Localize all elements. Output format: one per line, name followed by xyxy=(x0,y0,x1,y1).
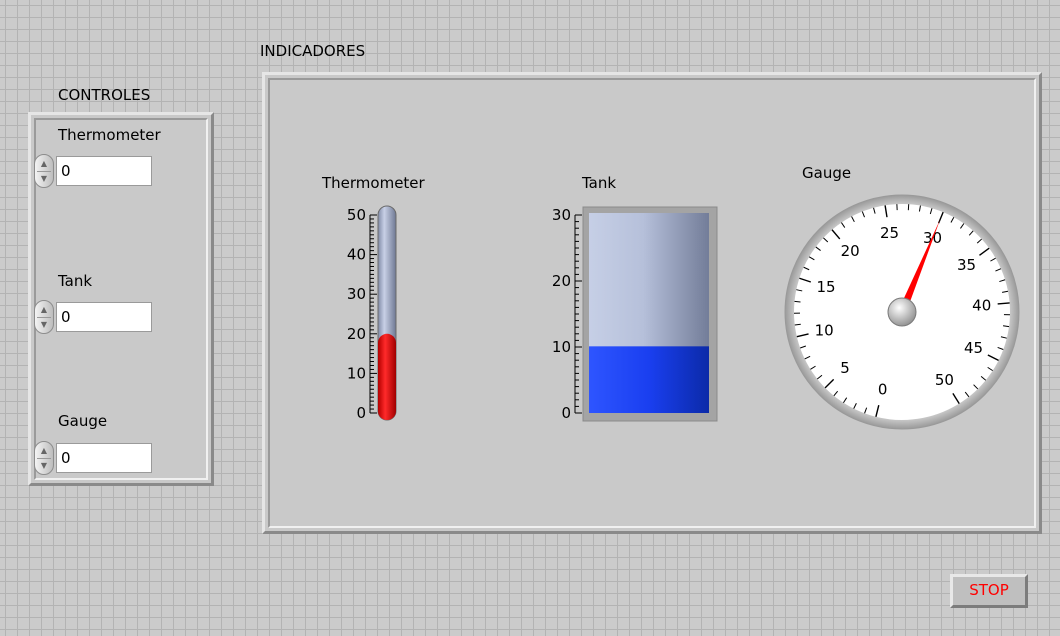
gauge-tick-label: 0 xyxy=(878,381,888,399)
gauge-tick-label: 45 xyxy=(964,339,983,357)
gauge-hub xyxy=(887,297,917,327)
tank-tick-label: 30 xyxy=(552,206,571,224)
gauge-tick-label: 50 xyxy=(935,371,954,389)
stop-button[interactable]: STOP xyxy=(950,574,1028,608)
thermometer-indicator: 0 10 20 30 40 50 xyxy=(347,205,397,422)
gauge-tick-label: 15 xyxy=(816,278,835,296)
tank-fill xyxy=(589,346,709,413)
thermometer-tick-label: 10 xyxy=(347,364,366,382)
gauge-tick-label: 20 xyxy=(841,242,860,260)
thermometer-tick-label: 0 xyxy=(356,404,366,422)
gauge-tick-label: 35 xyxy=(957,256,976,274)
thermometer-tick-label: 50 xyxy=(347,206,366,224)
gauge-tick-label: 40 xyxy=(972,296,991,314)
gauge-indicator: 05101520253035404550 xyxy=(784,194,1020,430)
thermometer-tick-label: 40 xyxy=(347,246,366,264)
tank-tick-label: 20 xyxy=(552,272,571,290)
indicators-graphics: 0 10 20 30 40 50 0 10 20 30 0 5 10 15 20 25 30 35 40 45 50 xyxy=(347,194,1020,430)
tank-indicator: 0 10 20 30 xyxy=(552,206,718,422)
gauge-tick-label: 25 xyxy=(880,224,899,242)
tank-tick-label: 10 xyxy=(552,338,571,356)
thermometer-tick-label: 30 xyxy=(347,285,366,303)
tank-tick-label: 0 xyxy=(561,404,571,422)
front-panel: CONTROLES Thermometer ▲ ▼ 0 Tank ▲ ▼ 0 G… xyxy=(0,0,1060,636)
gauge-tick-label: 10 xyxy=(815,321,834,339)
thermometer-fill xyxy=(378,333,396,420)
gauge-tick-label: 5 xyxy=(840,359,850,377)
thermometer-tick-label: 20 xyxy=(347,325,366,343)
